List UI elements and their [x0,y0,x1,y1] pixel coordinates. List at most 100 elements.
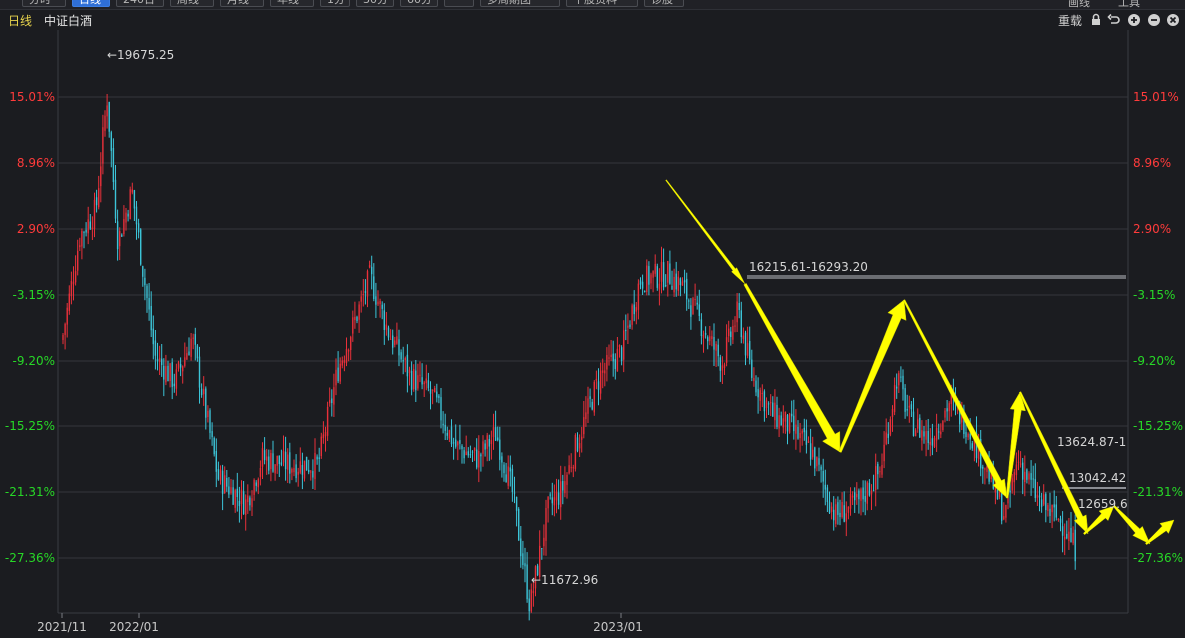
candle-body [383,310,385,330]
candle-body [1040,499,1043,507]
candle-body [858,490,860,500]
candlestick-chart[interactable]: 15.01% 15.01% 8.96% 8.96% 2.90% 2.90% -3.15% -3… [0,0,1185,638]
candle-body [431,389,434,391]
candle-body [455,439,457,447]
candle-body [165,366,167,383]
candle-body [849,494,852,509]
candle-body [98,188,100,208]
candle-body [776,404,778,427]
candle-body [982,466,984,469]
candle-body [845,513,847,522]
candle-body [116,221,119,250]
candle-body [95,197,98,206]
candle-body [480,454,482,457]
candle-body [608,357,610,359]
candle-body [144,277,146,286]
candle-body [406,354,409,377]
trend-arrow [665,179,746,285]
candle-body [337,367,339,382]
y-tick-label-right: -3.15% [1133,288,1175,302]
candle-body [263,450,266,461]
candle-body [209,410,211,433]
candle-body [64,323,66,335]
candle-body [522,553,524,565]
candle-body [866,482,868,504]
candle-body [476,449,478,468]
candle-body [217,469,220,480]
candle-body [755,380,757,393]
candle-body [576,437,579,452]
level-label-1: 16215.61-16293.20 [749,260,868,274]
candle-body [835,504,837,524]
candle-body [797,426,799,439]
candle-body [499,439,501,460]
candle-body [112,148,115,182]
candle-body [247,495,249,503]
candle-body [623,330,625,360]
candle-body [297,471,299,475]
candle-body [379,300,381,305]
candle-body [725,337,728,363]
candle-body [646,265,648,292]
candle-body [1036,494,1039,498]
candle-body [343,360,346,363]
candle-body [93,199,96,229]
y-tick-label-left: 8.96% [17,156,55,170]
candle-body [427,380,430,389]
candle-body [627,325,629,328]
candle-body [635,307,637,312]
candle-body [368,265,371,268]
candle-body [921,430,923,441]
candle-body [1024,471,1026,482]
candle-body [524,563,526,567]
candle-body [715,343,717,351]
candle-body [597,381,600,390]
candle-body [1051,505,1053,513]
candle-body [236,488,238,497]
candle-body [282,450,285,463]
candle-body [696,302,698,305]
candle-body [215,451,217,472]
candle-body [261,448,264,467]
candle-body [908,405,910,408]
candle-body [1026,469,1028,480]
candle-body [673,276,675,293]
y-tick-label-left: -9.20% [13,354,55,368]
candle-body [734,325,736,327]
candle-body [812,449,814,458]
candle-body [200,388,203,396]
candle-body [616,348,619,372]
candle-body [818,458,820,465]
candle-body [429,389,432,394]
candle-body [805,430,808,445]
candle-body [877,463,879,475]
candle-body [906,409,908,411]
candle-body [648,266,650,285]
y-tick-label-right: -27.36% [1133,551,1183,565]
candle-body [555,491,558,501]
candle-body [702,334,705,338]
candle-body [410,371,413,390]
candle-body [450,426,453,445]
candle-body [585,412,587,420]
candle-body [169,363,171,381]
candle-body [541,548,543,550]
candle-body [549,494,551,496]
candle-body [692,298,694,315]
candle-body [940,431,942,435]
candle-body [387,327,390,338]
candle-body [463,450,465,459]
candle-body [156,359,159,362]
candle-body [394,340,396,345]
candle-body [238,500,241,507]
candle-body [345,348,348,364]
x-tick-label: 2023/01 [593,620,643,634]
candle-body [207,410,209,417]
candle-body [927,431,929,443]
candle-body [66,307,68,325]
candle-body [291,469,293,473]
candle-body [135,206,138,225]
candle-body [108,101,110,132]
candle-body [917,419,919,429]
candle-body [612,353,614,362]
